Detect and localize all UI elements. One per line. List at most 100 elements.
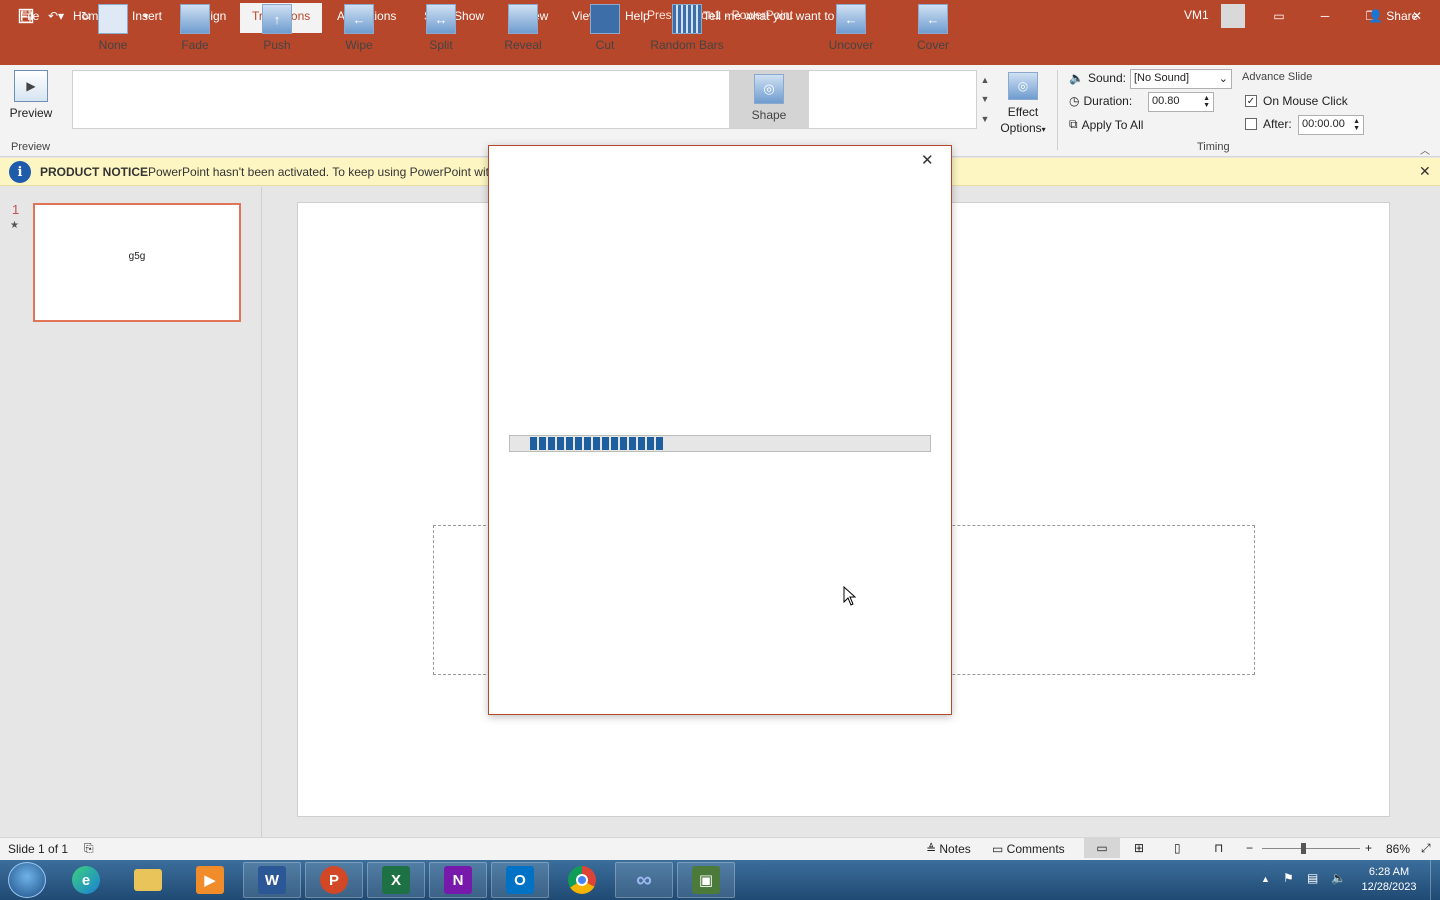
after-value: 00:00.00 xyxy=(1302,118,1345,130)
gallery-scroll[interactable]: ▲ ▼ ▼ xyxy=(977,70,993,129)
normal-view-icon[interactable]: ▭ xyxy=(1084,838,1120,858)
after-checkbox[interactable] xyxy=(1245,118,1257,130)
powerpoint-taskbar-button[interactable]: P xyxy=(305,862,363,898)
zoom-out-icon[interactable]: − xyxy=(1246,841,1253,855)
word-taskbar-button[interactable]: W xyxy=(243,862,301,898)
transition-reveal[interactable]: Reveal xyxy=(485,4,561,56)
onenote-taskbar-button[interactable]: N xyxy=(429,862,487,898)
mouse-cursor-icon xyxy=(843,585,857,609)
info-icon: i xyxy=(9,161,31,183)
comments-button[interactable]: ▭ Comments xyxy=(992,842,1065,856)
reading-view-icon[interactable]: ▯ xyxy=(1174,841,1181,855)
transition-cover[interactable]: ← Cover xyxy=(895,4,971,56)
transition-label: Uncover xyxy=(828,38,874,52)
user-name[interactable]: VM1 xyxy=(1184,8,1209,22)
network-icon[interactable]: ▤ xyxy=(1307,871,1318,885)
time: 6:28 AM xyxy=(1368,866,1410,878)
on-mouse-click-checkbox[interactable]: ✓ xyxy=(1245,95,1257,107)
effect-options-button[interactable]: ◎ Effect Options▾ xyxy=(1000,72,1046,138)
scroll-down-icon[interactable]: ▼ xyxy=(981,94,990,104)
media-player-taskbar-button[interactable]: ▶ xyxy=(181,862,239,898)
share-button[interactable]: 👤 Share xyxy=(1368,9,1418,23)
excel-taskbar-button[interactable]: X xyxy=(367,862,425,898)
tab-file[interactable]: File xyxy=(20,9,39,23)
outlook-taskbar-button[interactable]: O xyxy=(491,862,549,898)
transition-label: Split xyxy=(429,38,453,52)
transition-cut[interactable]: Cut xyxy=(567,4,643,56)
sound-dropdown[interactable]: [No Sound] ⌄ xyxy=(1130,69,1232,89)
more-icon[interactable]: ▼ xyxy=(981,114,990,124)
scroll-up-icon[interactable]: ▲ xyxy=(981,75,990,85)
show-desktop-button[interactable] xyxy=(1430,860,1440,900)
timing-group-label: Timing xyxy=(1197,141,1230,153)
transition-random-bars[interactable]: Random Bars xyxy=(649,4,725,56)
dialog-close-icon[interactable]: ✕ xyxy=(921,151,934,169)
spinner-icon[interactable]: ▲ ▼ xyxy=(1353,118,1360,132)
duration-input[interactable]: 00.80 ▲ ▼ xyxy=(1148,92,1214,112)
apply-all-icon: ⧉ xyxy=(1069,117,1078,131)
volume-icon[interactable]: 🔈 xyxy=(1331,871,1346,885)
advance-slide-label: Advance Slide xyxy=(1242,71,1313,83)
app-taskbar-button[interactable]: ∞ xyxy=(615,862,673,898)
ribbon-display-options-icon[interactable]: ▭ xyxy=(1256,0,1302,32)
preview-label: Preview xyxy=(9,106,53,120)
thumbnail-text: g5g xyxy=(128,251,146,262)
cover-icon: ← xyxy=(918,4,948,34)
show-hidden-icons-icon[interactable]: ▲ xyxy=(1261,874,1270,884)
app2-taskbar-button[interactable]: ▣ xyxy=(677,862,735,898)
close-notice-icon[interactable]: ✕ xyxy=(1419,163,1431,180)
transition-wipe[interactable]: ← Wipe xyxy=(321,4,397,56)
transition-label: Shape xyxy=(751,108,787,122)
zoom-level[interactable]: 86% xyxy=(1386,842,1410,856)
transition-none[interactable]: None xyxy=(75,4,151,56)
on-mouse-click-row[interactable]: ✓ On Mouse Click xyxy=(1245,94,1348,108)
minimize-icon[interactable]: ─ xyxy=(1302,0,1348,32)
notes-button[interactable]: ≜ Notes xyxy=(926,842,971,856)
loading-dialog xyxy=(488,145,952,715)
slide-sorter-icon[interactable]: ⊞ xyxy=(1134,841,1144,855)
chrome-icon xyxy=(568,866,596,894)
slide-number: 1 xyxy=(12,202,20,217)
after-row[interactable]: After: xyxy=(1245,117,1292,131)
preview-button[interactable]: ▶ Preview xyxy=(8,70,54,120)
clock[interactable]: 6:28 AM 12/28/2023 xyxy=(1358,865,1420,895)
transition-shape[interactable]: ◎ Shape xyxy=(729,71,809,128)
effect-options-icon: ◎ xyxy=(1008,72,1038,100)
folder-icon xyxy=(134,869,162,891)
spinner-icon[interactable]: ▲ ▼ xyxy=(1203,95,1210,109)
transition-fade[interactable]: Fade xyxy=(157,4,233,56)
zoom-in-icon[interactable]: + xyxy=(1365,841,1372,855)
zoom-slider[interactable] xyxy=(1262,848,1360,849)
zoom-slider-thumb[interactable] xyxy=(1301,843,1306,854)
collapse-ribbon-icon[interactable]: ︿ xyxy=(1420,142,1430,157)
transition-label: Cut xyxy=(595,38,615,52)
push-icon: ↑ xyxy=(262,4,292,34)
edge-taskbar-button[interactable]: e xyxy=(57,862,115,898)
transition-split[interactable]: ↔ Split xyxy=(403,4,479,56)
outlook-icon: O xyxy=(506,866,534,894)
accessibility-icon[interactable]: ⎘ xyxy=(84,841,94,856)
slideshow-view-icon[interactable]: ⊓ xyxy=(1214,841,1223,855)
transition-star-icon: ★ xyxy=(10,220,19,231)
explorer-taskbar-button[interactable] xyxy=(119,862,177,898)
shape-icon: ◎ xyxy=(754,74,784,104)
uncover-icon: ← xyxy=(836,4,866,34)
transition-label: Cover xyxy=(916,38,949,52)
edge-icon: e xyxy=(72,866,100,894)
clock-icon: ◷ xyxy=(1069,94,1080,108)
apply-all-label: Apply To All xyxy=(1081,117,1144,132)
chrome-taskbar-button[interactable] xyxy=(553,862,611,898)
after-input[interactable]: 00:00.00 ▲ ▼ xyxy=(1298,115,1364,135)
slide-count: Slide 1 of 1 xyxy=(8,842,69,856)
word-icon: W xyxy=(258,866,286,894)
apply-to-all-button[interactable]: ⧉ Apply To All xyxy=(1069,117,1143,132)
avatar[interactable] xyxy=(1221,4,1245,28)
slide-thumbnail[interactable]: g5g xyxy=(33,203,241,322)
fit-to-window-icon[interactable]: ⤢ xyxy=(1421,841,1431,856)
start-button-icon[interactable] xyxy=(8,862,46,898)
action-center-icon[interactable]: ⚑ xyxy=(1283,871,1294,885)
transition-push[interactable]: ↑ Push xyxy=(239,4,315,56)
transition-uncover[interactable]: ← Uncover xyxy=(813,4,889,56)
transition-label: Random Bars xyxy=(650,38,724,52)
random-bars-icon xyxy=(672,4,702,34)
